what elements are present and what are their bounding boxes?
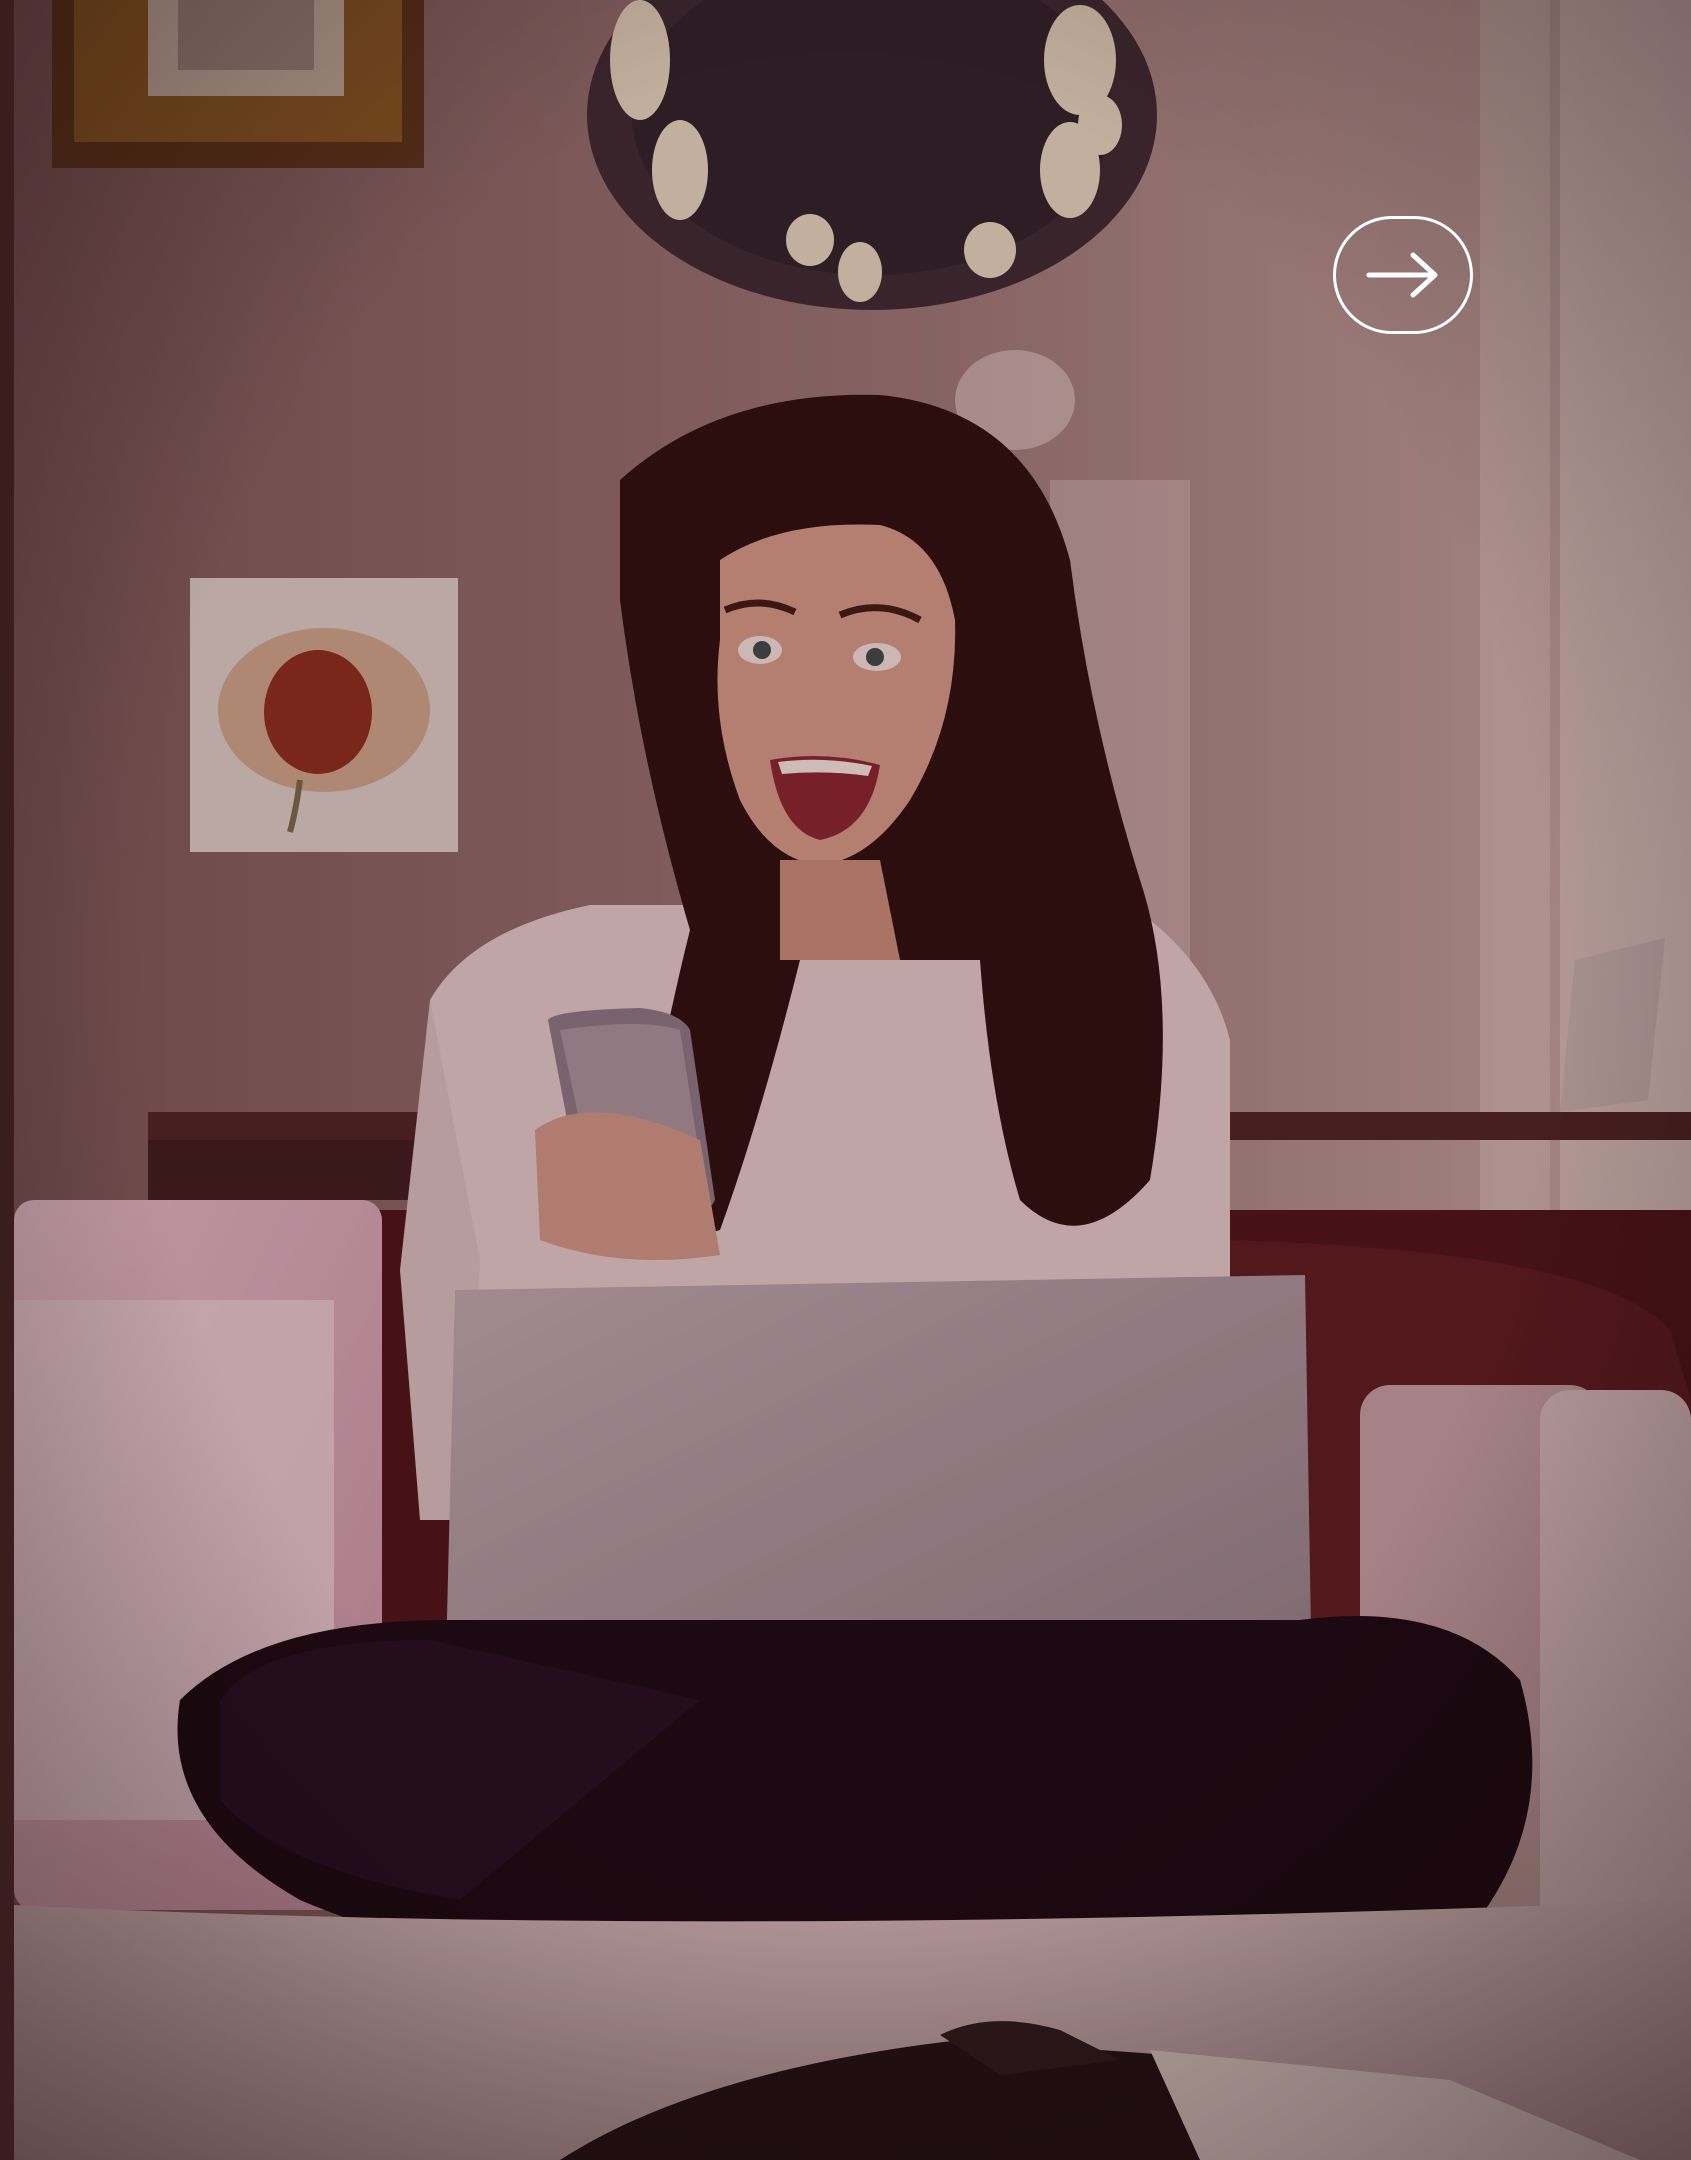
next-button[interactable] [1333, 216, 1473, 334]
left-edge-border [0, 0, 14, 2160]
arrow-right-icon [1365, 250, 1441, 300]
